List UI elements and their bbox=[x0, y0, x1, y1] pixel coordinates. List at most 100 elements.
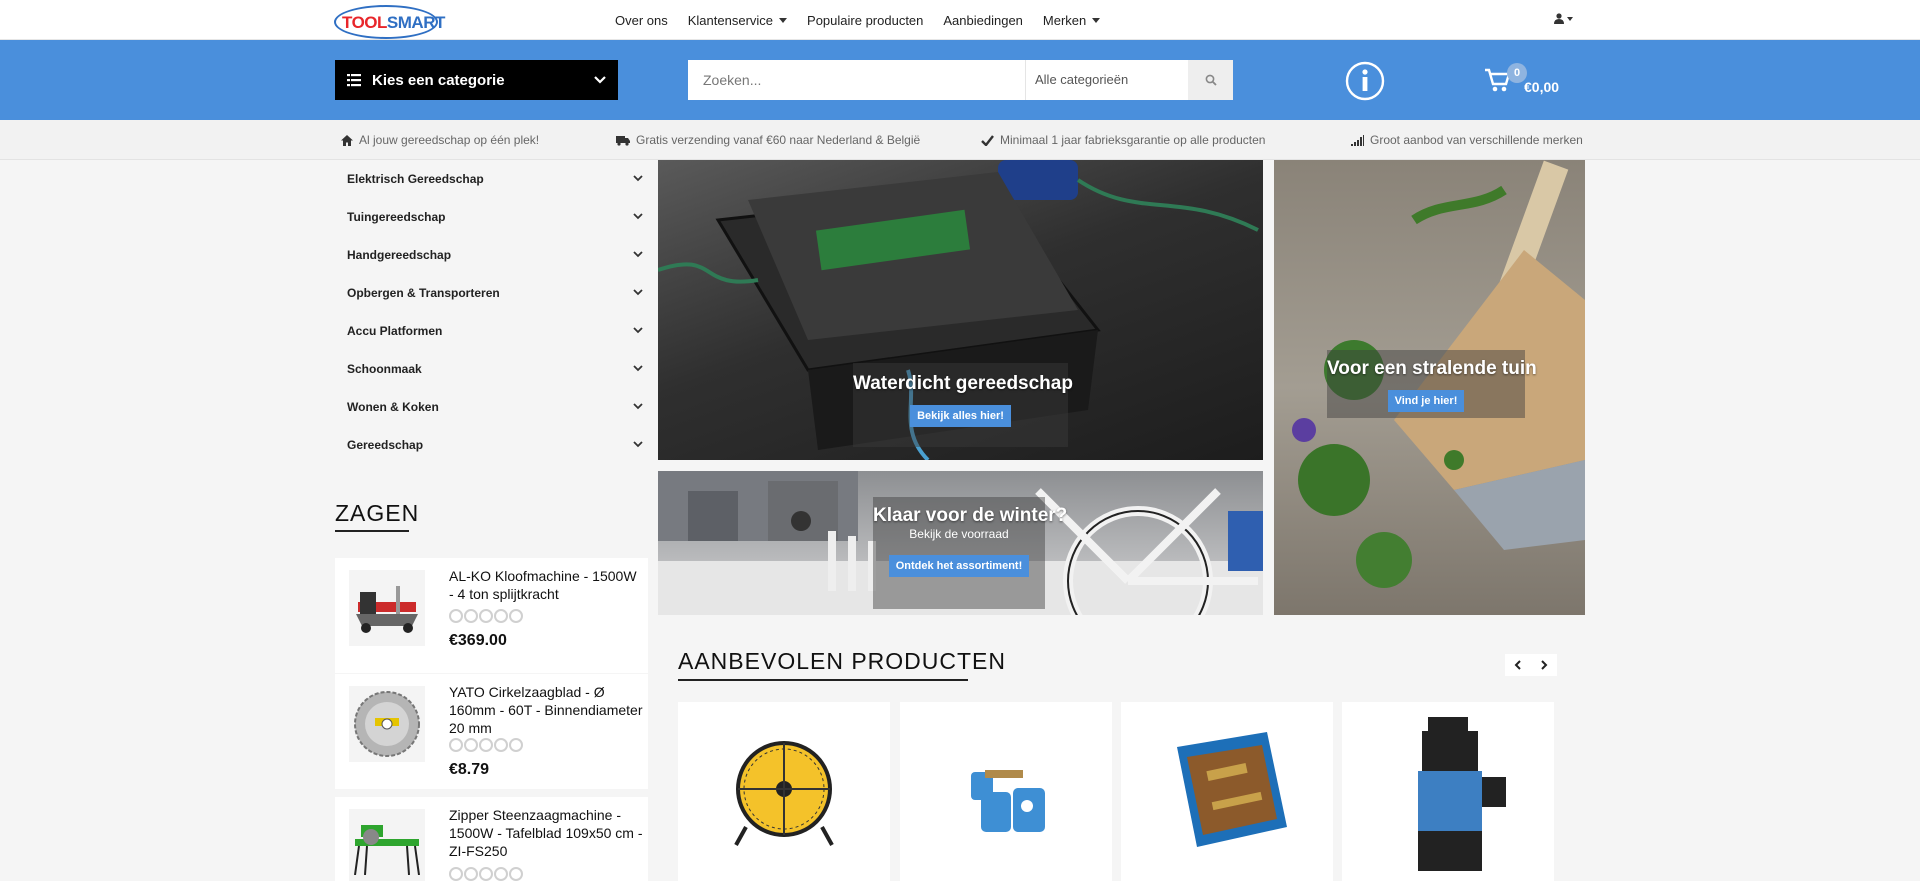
star-empty-icon bbox=[509, 867, 523, 881]
star-empty-icon bbox=[479, 609, 493, 623]
truck-icon bbox=[616, 135, 630, 146]
category-label: Gereedschap bbox=[347, 438, 424, 452]
user-icon bbox=[1554, 13, 1564, 24]
banner-cta-button[interactable]: Ontdek het assortiment! bbox=[888, 555, 1030, 577]
chevron-down-icon bbox=[633, 403, 643, 410]
sidebar-product[interactable]: AL-KO Kloofmachine - 1500W - 4 ton splij… bbox=[335, 558, 648, 673]
star-empty-icon bbox=[464, 609, 478, 623]
product-thumbnail bbox=[349, 570, 425, 646]
banner-subtitle: Bekijk de voorraad bbox=[909, 527, 1009, 541]
banner-cta-button[interactable]: Bekijk alles hier! bbox=[910, 405, 1011, 427]
banner-winter[interactable]: Klaar voor de winter? Bekijk de voorraad… bbox=[658, 471, 1263, 615]
usp-text: Groot aanbod van verschillende merken bbox=[1370, 133, 1583, 147]
cart-button[interactable]: 0 €0,00 bbox=[1484, 63, 1564, 99]
main-menu: Over ons Klantenservice Populaire produc… bbox=[615, 0, 1120, 40]
category-item[interactable]: Schoonmaak bbox=[335, 350, 650, 388]
menu-item-merken[interactable]: Merken bbox=[1042, 12, 1101, 28]
carousel-prev-button[interactable] bbox=[1505, 654, 1531, 676]
menu-item-label: Klantenservice bbox=[687, 12, 774, 28]
product-card[interactable] bbox=[1342, 702, 1554, 881]
search-category-select[interactable]: Alle categorieën bbox=[1035, 72, 1128, 87]
banner-caption: Voor een stralende tuin Vind je hier! bbox=[1327, 350, 1537, 418]
product-thumbnail bbox=[349, 686, 425, 762]
product-rating bbox=[449, 867, 524, 881]
soldering-kit-image bbox=[1177, 731, 1287, 847]
product-card[interactable] bbox=[678, 702, 890, 881]
banner-title: Klaar voor de winter? bbox=[873, 505, 1068, 526]
sidebar-product[interactable]: YATO Cirkelzaagblad - Ø 160mm - 60T - Bi… bbox=[335, 674, 648, 789]
banner-garden[interactable]: Voor een stralende tuin Vind je hier! bbox=[1274, 160, 1585, 615]
menu-item-klantenservice[interactable]: Klantenservice bbox=[687, 12, 788, 28]
category-label: Schoonmaak bbox=[347, 362, 422, 376]
star-empty-icon bbox=[494, 609, 508, 623]
section-underline bbox=[335, 530, 409, 532]
carousel-controls bbox=[1505, 654, 1557, 676]
submersible-pump-image bbox=[1418, 716, 1506, 871]
search-button[interactable] bbox=[1188, 60, 1233, 100]
menu-item-label: Aanbiedingen bbox=[943, 12, 1023, 28]
home-icon bbox=[341, 134, 353, 146]
product-title: YATO Cirkelzaagblad - Ø 160mm - 60T - Bi… bbox=[449, 684, 643, 736]
sidebar-product[interactable]: Zipper Steenzaagmachine - 1500W - Tafelb… bbox=[335, 797, 648, 881]
usp-bar: Al jouw gereedschap op één plek! Gratis … bbox=[0, 120, 1920, 160]
product-card[interactable] bbox=[1121, 702, 1333, 881]
banner-title: Waterdicht gereedschap bbox=[853, 373, 1073, 394]
product-title: Zipper Steenzaagmachine - 1500W - Tafelb… bbox=[449, 807, 643, 859]
chevron-left-icon bbox=[1514, 660, 1521, 670]
signal-icon bbox=[1351, 134, 1364, 146]
category-label: Opbergen & Transporteren bbox=[347, 286, 500, 300]
category-item[interactable]: Elektrisch Gereedschap bbox=[335, 160, 650, 198]
chevron-down-icon bbox=[633, 213, 643, 220]
category-menu-button[interactable]: Kies een categorie bbox=[335, 60, 618, 100]
usp-item: Groot aanbod van verschillende merken bbox=[1351, 133, 1583, 147]
category-item[interactable]: Accu Platformen bbox=[335, 312, 650, 350]
menu-item-populaire-producten[interactable]: Populaire producten bbox=[807, 13, 923, 28]
product-price: €369.00 bbox=[449, 632, 507, 649]
caret-down-icon bbox=[1092, 17, 1101, 23]
category-item[interactable]: Wonen & Koken bbox=[335, 388, 650, 426]
search-divider bbox=[1025, 60, 1026, 100]
usp-item: Minimaal 1 jaar fabrieksgarantie op alle… bbox=[981, 133, 1265, 147]
category-label: Wonen & Koken bbox=[347, 400, 439, 414]
menu-item-label: Populaire producten bbox=[807, 12, 924, 28]
star-empty-icon bbox=[494, 867, 508, 881]
category-item[interactable]: Gereedschap bbox=[335, 426, 650, 464]
product-card[interactable] bbox=[900, 702, 1112, 881]
menu-item-over-ons[interactable]: Over ons bbox=[615, 13, 668, 28]
menu-item-aanbiedingen[interactable]: Aanbiedingen bbox=[943, 13, 1023, 28]
category-item[interactable]: Handgereedschap bbox=[335, 236, 650, 274]
category-label: Accu Platformen bbox=[347, 324, 443, 338]
carousel-next-button[interactable] bbox=[1531, 654, 1557, 676]
banner-cta-button[interactable]: Vind je hier! bbox=[1387, 390, 1465, 412]
tile-saw-image bbox=[354, 825, 420, 875]
menu-item-label: Merken bbox=[1042, 12, 1087, 28]
chevron-down-icon bbox=[594, 76, 606, 84]
category-item[interactable]: Opbergen & Transporteren bbox=[335, 274, 650, 312]
chevron-down-icon bbox=[633, 251, 643, 258]
search-input[interactable] bbox=[688, 60, 1025, 100]
floor-fan-image bbox=[734, 740, 834, 846]
user-menu[interactable] bbox=[1554, 13, 1573, 24]
banner-waterproof[interactable]: Waterdicht gereedschap Bekijk alles hier… bbox=[658, 160, 1263, 460]
section-title-zagen: ZAGEN bbox=[335, 500, 420, 526]
usp-text: Minimaal 1 jaar fabrieksgarantie op alle… bbox=[1000, 133, 1266, 147]
section-title-recommended: AANBEVOLEN PRODUCTEN bbox=[678, 648, 1007, 674]
chevron-right-icon bbox=[1541, 660, 1548, 670]
usp-item: Gratis verzending vanaf €60 naar Nederla… bbox=[616, 133, 920, 147]
menu-item-label: Over ons bbox=[615, 12, 668, 28]
category-label: Tuingereedschap bbox=[347, 210, 446, 224]
star-empty-icon bbox=[449, 867, 463, 881]
toolsmart-logo[interactable]: TOOLSMART bbox=[334, 3, 445, 39]
banner-caption: Klaar voor de winter? Bekijk de voorraad… bbox=[873, 497, 1068, 609]
top-navigation: TOOLSMART Over ons Klantenservice Popula… bbox=[0, 0, 1920, 40]
chevron-down-icon bbox=[633, 175, 643, 182]
star-empty-icon bbox=[509, 609, 523, 623]
search-icon bbox=[1205, 74, 1217, 86]
category-item[interactable]: Tuingereedschap bbox=[335, 198, 650, 236]
info-button[interactable] bbox=[1345, 61, 1385, 101]
product-title: AL-KO Kloofmachine - 1500W - 4 ton splij… bbox=[449, 568, 637, 602]
chevron-down-icon bbox=[633, 289, 643, 296]
caret-down-icon bbox=[779, 17, 788, 23]
chevron-down-icon bbox=[633, 365, 643, 372]
star-empty-icon bbox=[464, 738, 478, 752]
